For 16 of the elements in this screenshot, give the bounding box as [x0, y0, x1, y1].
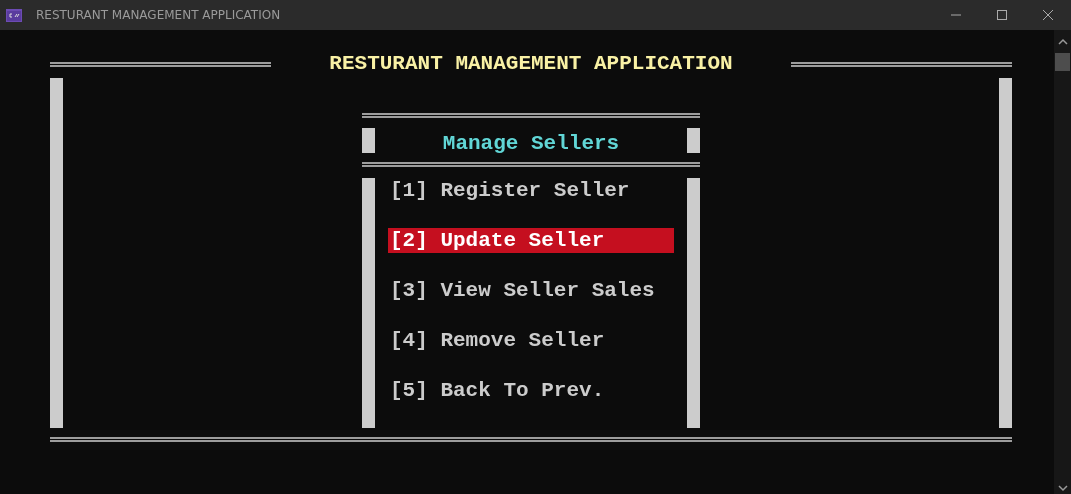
frame-bar [362, 128, 375, 153]
scroll-up-icon[interactable] [1057, 38, 1068, 46]
menu-item[interactable]: [2] Update Seller [388, 228, 674, 253]
close-icon[interactable] [1043, 10, 1053, 20]
scroll-down-icon[interactable] [1057, 484, 1068, 492]
menu-item[interactable]: [3] View Seller Sales [388, 278, 674, 303]
menu-item[interactable]: [4] Remove Seller [388, 328, 674, 353]
app-heading: RESTURANT MANAGEMENT APPLICATION [329, 52, 733, 76]
menu-item[interactable]: [1] Register Seller [388, 178, 674, 203]
menu-title: Manage Sellers [442, 132, 620, 155]
maximize-icon[interactable] [997, 10, 1007, 20]
console-icon [6, 8, 22, 22]
menu-item[interactable]: [5] Back To Prev. [388, 378, 674, 403]
scrollbar-thumb[interactable] [1055, 53, 1070, 71]
window-title: RESTURANT MANAGEMENT APPLICATION [36, 7, 281, 24]
frame-bar [687, 128, 700, 153]
